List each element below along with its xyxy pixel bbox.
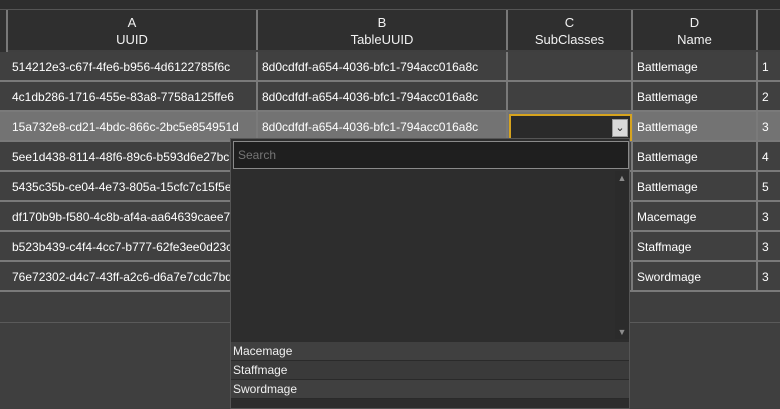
option-list-area[interactable] bbox=[231, 171, 615, 339]
name-cell[interactable]: Battlemage bbox=[633, 112, 758, 140]
name-cell[interactable]: Battlemage bbox=[633, 142, 758, 170]
uuid-cell[interactable]: b523b439-c4f4-4cc7-b777-62fe3ee0d23c bbox=[8, 232, 258, 260]
search-input[interactable] bbox=[233, 141, 629, 169]
uuid-cell[interactable]: 5435c35b-ce04-4e73-805a-15cfc7c15f5e bbox=[8, 172, 258, 200]
option-macemage[interactable]: Macemage bbox=[231, 342, 629, 361]
column-letter: C bbox=[564, 15, 575, 30]
name-cell[interactable]: Macemage bbox=[633, 202, 758, 230]
name-cell[interactable]: Swordmage bbox=[633, 262, 758, 290]
column-name: SubClasses bbox=[534, 32, 605, 47]
extra-cell[interactable]: 3 bbox=[758, 232, 780, 260]
toolbar-strip bbox=[0, 0, 780, 10]
extra-cell[interactable]: 4 bbox=[758, 142, 780, 170]
option-list: Macemage Staffmage Swordmage bbox=[231, 342, 629, 399]
column-header-tableuuid[interactable]: B TableUUID bbox=[258, 10, 508, 50]
column-letter: A bbox=[127, 15, 137, 30]
extra-cell[interactable]: 3 bbox=[758, 112, 780, 140]
uuid-cell[interactable]: 5ee1d438-8114-48f6-89c6-b593d6e27bc7 bbox=[8, 142, 258, 170]
column-name: UUID bbox=[116, 32, 148, 47]
subclasses-dropdown-cell[interactable]: ⌄ bbox=[509, 114, 632, 141]
uuid-cell[interactable]: df170b9b-f580-4c8b-af4a-aa64639caee7 bbox=[8, 202, 258, 230]
table-row[interactable]: 4c1db286-1716-455e-83a8-7758a125ffe6 8d0… bbox=[0, 82, 780, 112]
subclasses-cell[interactable] bbox=[508, 82, 633, 110]
column-name: TableUUID bbox=[350, 32, 414, 47]
vertical-scrollbar[interactable]: ▲ ▼ bbox=[615, 171, 629, 339]
extra-cell[interactable]: 2 bbox=[758, 82, 780, 110]
uuid-cell[interactable]: 514212e3-c67f-4fe6-b956-4d6122785f6c bbox=[8, 52, 258, 80]
subclasses-dropdown-popup: ▲ ▼ Macemage Staffmage Swordmage bbox=[230, 138, 630, 409]
name-cell[interactable]: Battlemage bbox=[633, 172, 758, 200]
subclasses-cell[interactable] bbox=[508, 52, 633, 80]
table-uuid-cell[interactable]: 8d0cdfdf-a654-4036-bfc1-794acc016a8c bbox=[258, 112, 508, 140]
table-uuid-cell[interactable]: 8d0cdfdf-a654-4036-bfc1-794acc016a8c bbox=[258, 52, 508, 80]
scroll-down-icon[interactable]: ▼ bbox=[615, 327, 629, 337]
column-header-uuid[interactable]: A UUID bbox=[8, 10, 258, 50]
column-letter: D bbox=[689, 15, 700, 30]
column-letter: B bbox=[377, 15, 387, 30]
option-swordmage[interactable]: Swordmage bbox=[231, 380, 629, 399]
column-header-name[interactable]: D Name bbox=[633, 10, 758, 50]
column-header-subclasses[interactable]: C SubClasses bbox=[508, 10, 633, 50]
extra-cell[interactable]: 1 bbox=[758, 52, 780, 80]
uuid-cell[interactable]: 4c1db286-1716-455e-83a8-7758a125ffe6 bbox=[8, 82, 258, 110]
column-header-extra[interactable] bbox=[758, 10, 780, 50]
uuid-cell[interactable]: 15a732e8-cd21-4bdc-866c-2bc5e854951d bbox=[8, 112, 258, 140]
extra-cell[interactable]: 3 bbox=[758, 202, 780, 230]
extra-cell[interactable]: 5 bbox=[758, 172, 780, 200]
option-staffmage[interactable]: Staffmage bbox=[231, 361, 629, 380]
extra-cell[interactable]: 3 bbox=[758, 262, 780, 290]
column-name: Name bbox=[677, 32, 712, 47]
name-cell[interactable]: Staffmage bbox=[633, 232, 758, 260]
table-uuid-cell[interactable]: 8d0cdfdf-a654-4036-bfc1-794acc016a8c bbox=[258, 82, 508, 110]
scroll-up-icon[interactable]: ▲ bbox=[615, 173, 629, 183]
name-cell[interactable]: Battlemage bbox=[633, 52, 758, 80]
uuid-cell[interactable]: 76e72302-d4c7-43ff-a2c6-d6a7e7cdc7bd bbox=[8, 262, 258, 290]
chevron-down-icon[interactable]: ⌄ bbox=[612, 119, 628, 137]
table-row[interactable]: 514212e3-c67f-4fe6-b956-4d6122785f6c 8d0… bbox=[0, 52, 780, 82]
name-cell[interactable]: Battlemage bbox=[633, 82, 758, 110]
